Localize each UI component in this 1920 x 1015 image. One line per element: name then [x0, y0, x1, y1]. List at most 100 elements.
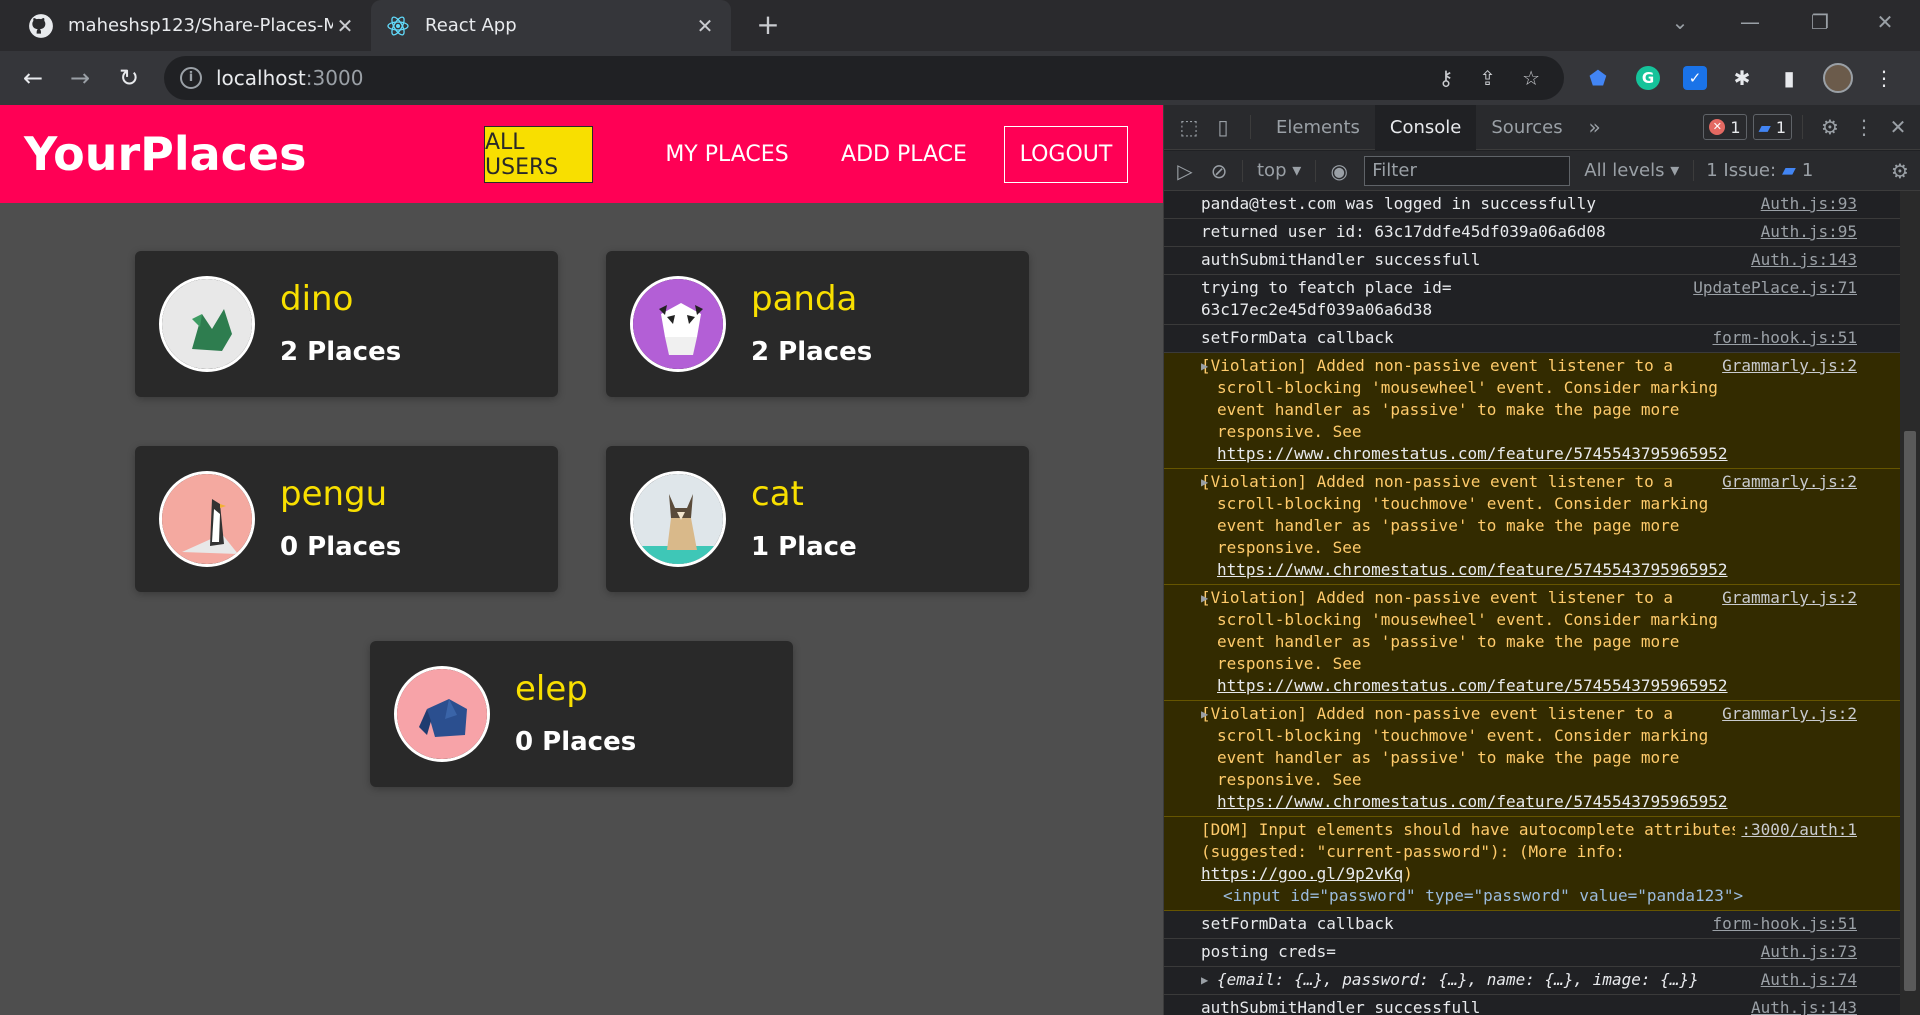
user-name: dino — [280, 279, 354, 319]
message-text: returned user id: 63c17ddfe45df039a06a6d… — [1201, 222, 1606, 241]
key-icon[interactable]: ⚷ — [1439, 66, 1454, 90]
star-icon[interactable]: ☆ — [1522, 66, 1540, 90]
settings-gear-icon[interactable]: ⚙ — [1813, 110, 1847, 144]
divider — [1315, 159, 1317, 182]
message-count-badge[interactable]: ▰ 1 — [1752, 114, 1792, 140]
logout-button[interactable]: LOGOUT — [1004, 126, 1128, 183]
issues-button[interactable]: 1 Issue: ▰ 1 — [1693, 160, 1813, 181]
console-message: authSubmitHandler successfull Auth.js:143 — [1164, 995, 1901, 1015]
source-link[interactable]: Auth.js:95 — [1755, 221, 1857, 243]
nav-all-users[interactable]: ALL USERS — [484, 126, 593, 183]
close-devtools-icon[interactable]: ✕ — [1881, 110, 1915, 144]
source-link[interactable]: Grammarly.js:2 — [1716, 355, 1857, 377]
devtools-panel: ⬚ ▯ Elements Console Sources » ✕ 1 ▰ 1 ⚙ ⋮… — [1163, 104, 1920, 1015]
address-bar[interactable]: i localhost:3000 ⚷ ⇪ ☆ — [164, 56, 1564, 100]
device-toolbar-icon[interactable]: ▯ — [1206, 110, 1240, 144]
user-place-count: 2 Places — [751, 337, 873, 367]
warning-link[interactable]: https://www.chromestatus.com/feature/574… — [1217, 676, 1728, 695]
source-link[interactable]: Grammarly.js:2 — [1716, 471, 1857, 493]
close-icon[interactable]: ✕ — [693, 14, 717, 38]
kebab-menu-icon[interactable]: ⋮ — [1847, 110, 1881, 144]
source-link[interactable]: Auth.js:74 — [1755, 969, 1857, 991]
console-scrollbar[interactable] — [1900, 191, 1920, 1015]
forward-icon[interactable]: → — [63, 61, 97, 95]
tab-console[interactable]: Console — [1374, 104, 1477, 150]
user-card-dino[interactable]: dino 2 Places — [135, 251, 558, 397]
scrollbar-thumb[interactable] — [1904, 431, 1916, 991]
new-tab-button[interactable]: + — [748, 6, 788, 46]
nav-my-places[interactable]: MY PLACES — [646, 126, 808, 183]
app-page: YourPlaces ALL USERS MY PLACES ADD PLACE… — [0, 105, 1163, 1015]
back-icon[interactable]: ← — [16, 61, 50, 95]
console-warning[interactable]: ▶ [Violation] Added non-passive event lis… — [1164, 353, 1901, 469]
grammarly-icon[interactable]: G — [1632, 62, 1664, 94]
log-levels-dropdown[interactable]: All levels ▾ — [1570, 160, 1693, 181]
expand-triangle-icon[interactable]: ▶ — [1201, 355, 1208, 377]
console-filter-input[interactable]: Filter — [1364, 155, 1571, 186]
warning-link[interactable]: https://www.chromestatus.com/feature/574… — [1217, 444, 1728, 463]
user-name: cat — [751, 474, 804, 514]
eye-icon[interactable]: ◉ — [1322, 154, 1356, 188]
puzzle-icon[interactable]: ✱ — [1726, 62, 1758, 94]
source-link[interactable]: form-hook.js:51 — [1707, 913, 1858, 935]
source-link[interactable]: form-hook.js:51 — [1707, 327, 1858, 349]
sidebar-toggle-icon[interactable]: ▷ — [1168, 154, 1202, 188]
tab-sources[interactable]: Sources — [1476, 105, 1577, 150]
console-message: setFormData callback form-hook.js:51 — [1164, 325, 1901, 353]
source-link[interactable]: Auth.js:93 — [1755, 193, 1857, 215]
app-logo[interactable]: YourPlaces — [24, 124, 307, 184]
inspect-element-icon[interactable]: ⬚ — [1172, 110, 1206, 144]
console-warning[interactable]: ▶ [Violation] Added non-passive event lis… — [1164, 701, 1901, 817]
console-warning[interactable]: ▶ [Violation] Added non-passive event lis… — [1164, 585, 1901, 701]
source-link[interactable]: Auth.js:143 — [1745, 249, 1857, 271]
more-tabs-icon[interactable]: » — [1578, 110, 1612, 144]
reload-icon[interactable]: ↻ — [112, 61, 146, 95]
message-text: posting creds= — [1201, 942, 1336, 961]
avatar[interactable] — [1822, 62, 1854, 94]
source-link[interactable]: UpdatePlace.js:71 — [1687, 277, 1857, 299]
expand-triangle-icon[interactable]: ▶ — [1201, 471, 1208, 493]
menu-icon[interactable]: ⋮ — [1868, 62, 1900, 94]
console-settings-icon[interactable]: ⚙ — [1883, 154, 1917, 188]
tab-github[interactable]: maheshsp123/Share-Places-MER ✕ — [14, 0, 371, 51]
error-icon: ✕ — [1709, 119, 1726, 135]
site-info-icon[interactable]: i — [180, 67, 202, 89]
close-icon[interactable]: ✕ — [333, 14, 357, 38]
console-warning[interactable]: ▶ [Violation] Added non-passive event lis… — [1164, 469, 1901, 585]
object-preview[interactable]: {email: {…}, password: {…}, name: {…}, i… — [1201, 970, 1699, 989]
context-selector[interactable]: top ▾ — [1249, 160, 1309, 181]
source-link[interactable]: Auth.js:73 — [1755, 941, 1857, 963]
share-icon[interactable]: ⇪ — [1479, 66, 1496, 90]
source-link[interactable]: Grammarly.js:2 — [1716, 703, 1857, 725]
tab-react-app[interactable]: React App ✕ — [371, 0, 731, 51]
browser-toolbar: ← → ↻ i localhost:3000 ⚷ ⇪ ☆ ⬟ G ✓ ✱ ▮ ⋮ — [0, 51, 1920, 105]
console-object[interactable]: ▶ {email: {…}, password: {…}, name: {…}, … — [1164, 967, 1901, 995]
user-place-count: 2 Places — [280, 337, 402, 367]
source-link[interactable]: Auth.js:143 — [1745, 997, 1857, 1015]
tab-search-icon[interactable]: ⌄ — [1645, 0, 1715, 44]
dom-element-preview[interactable]: <input id="password" type="password" val… — [1201, 885, 1853, 907]
error-count-badge[interactable]: ✕ 1 — [1703, 114, 1747, 140]
expand-triangle-icon[interactable]: ▶ — [1201, 587, 1208, 609]
user-card-elep[interactable]: elep 0 Places — [370, 641, 793, 787]
more-info-link[interactable]: https://goo.gl/9p2vKq — [1201, 864, 1403, 883]
source-link[interactable]: Grammarly.js:2 — [1716, 587, 1857, 609]
nav-add-place[interactable]: ADD PLACE — [830, 126, 978, 183]
check-extension-icon[interactable]: ✓ — [1679, 62, 1711, 94]
react-icon — [385, 13, 411, 39]
expand-triangle-icon[interactable]: ▶ — [1201, 703, 1208, 725]
source-link[interactable]: :3000/auth:1 — [1735, 819, 1857, 841]
window-close-icon[interactable]: ✕ — [1850, 0, 1920, 44]
restore-icon[interactable]: ❐ — [1785, 0, 1855, 44]
warning-link[interactable]: https://www.chromestatus.com/feature/574… — [1217, 792, 1728, 811]
extension-shield-icon[interactable]: ⬟ — [1582, 62, 1614, 94]
expand-triangle-icon[interactable]: ▶ — [1201, 969, 1208, 991]
user-card-cat[interactable]: cat 1 Place — [606, 446, 1029, 592]
tab-elements[interactable]: Elements — [1261, 105, 1375, 150]
clear-console-icon[interactable]: ⊘ — [1202, 154, 1236, 188]
user-card-panda[interactable]: panda 2 Places — [606, 251, 1029, 397]
minimize-icon[interactable]: — — [1715, 0, 1785, 44]
warning-link[interactable]: https://www.chromestatus.com/feature/574… — [1217, 560, 1728, 579]
user-card-pengu[interactable]: pengu 0 Places — [135, 446, 558, 592]
side-panel-icon[interactable]: ▮ — [1773, 62, 1805, 94]
